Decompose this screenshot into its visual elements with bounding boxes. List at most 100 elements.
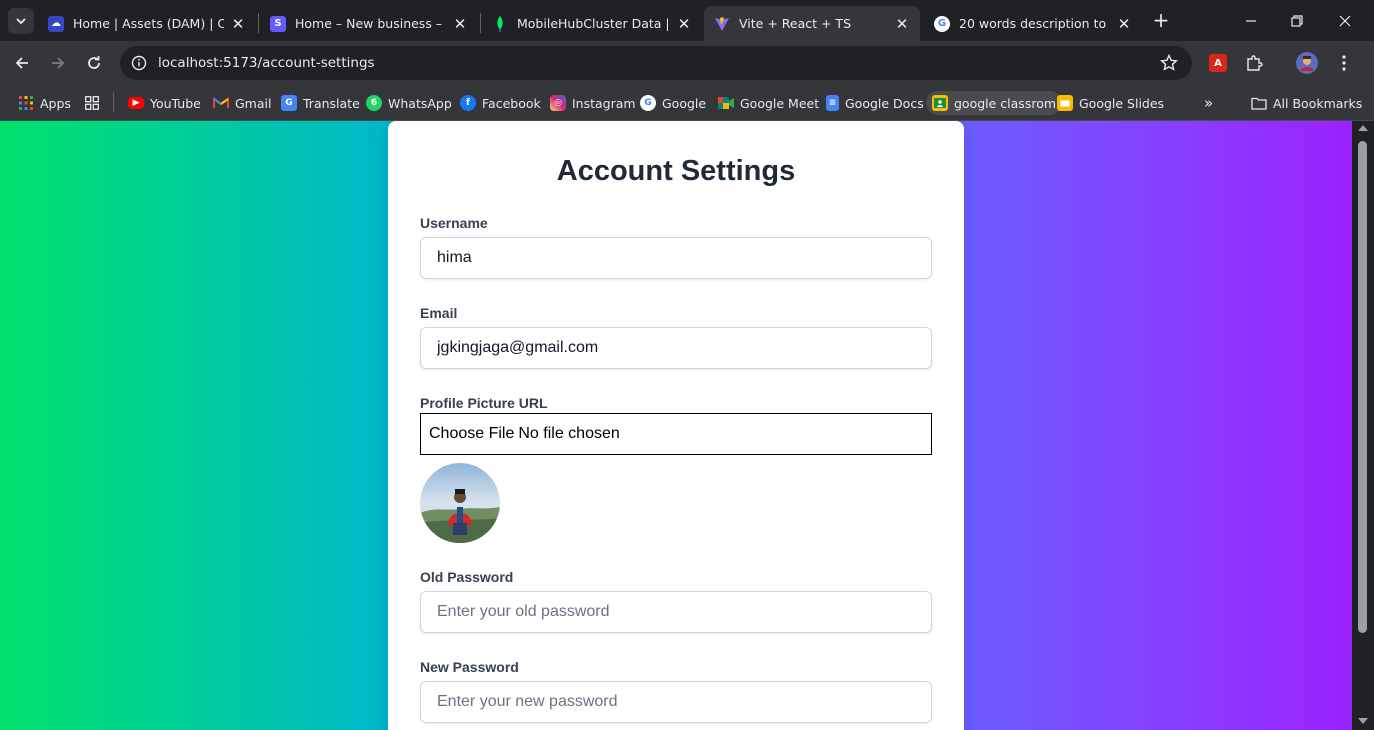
tab-google-search[interactable]: G 20 words description to ipad ✕ [924, 6, 1142, 41]
chevron-down-icon [16, 18, 26, 25]
google-icon: G [640, 95, 656, 111]
bookmark-apps[interactable]: Apps [12, 91, 77, 115]
close-icon[interactable]: ✕ [1116, 16, 1132, 32]
bookmark-translate[interactable]: G Translate [275, 91, 366, 115]
bookmarks-divider [113, 92, 114, 112]
page-scrollbar[interactable] [1352, 121, 1374, 730]
tab-stripe[interactable]: S Home – New business – Stripe ✕ [260, 6, 478, 41]
puzzle-icon [1247, 55, 1263, 71]
new-password-input[interactable] [420, 681, 932, 723]
profile-picture-label: Profile Picture URL [420, 395, 548, 411]
reload-button[interactable] [80, 49, 108, 77]
address-bar[interactable]: localhost:5173/account-settings [120, 46, 1192, 80]
arrow-left-icon [15, 57, 28, 69]
all-bookmarks-button[interactable]: All Bookmarks [1245, 91, 1368, 115]
username-label: Username [420, 215, 488, 231]
username-input[interactable] [420, 237, 932, 279]
restore-icon [1291, 14, 1303, 27]
bookmark-label: google classrom [954, 95, 1057, 111]
old-password-label: Old Password [420, 569, 514, 585]
bookmark-google[interactable]: G Google [634, 91, 712, 115]
folder-icon [1251, 95, 1267, 111]
tab-strip: ☁ Home | Assets (DAM) | Cloudinary ✕ S H… [0, 0, 1374, 41]
whatsapp-icon: 6 [366, 95, 382, 111]
vite-icon [714, 16, 730, 32]
tab-title: Home | Assets (DAM) | Cloudinary [73, 16, 224, 31]
cloudinary-icon: ☁ [48, 15, 64, 32]
profile-avatar[interactable] [1296, 52, 1318, 74]
youtube-icon: ▶ [128, 97, 144, 109]
bookmark-facebook[interactable]: f Facebook [454, 91, 547, 115]
bookmark-whatsapp[interactable]: 6 WhatsApp [360, 91, 458, 115]
bookmark-label: Translate [303, 95, 360, 111]
google-classroom-icon [932, 95, 948, 111]
acrobat-icon: A [1209, 54, 1227, 72]
bookmark-label: Google [662, 95, 707, 111]
account-settings-card: Account Settings Username Email Profile … [388, 121, 964, 730]
file-status-text: No file chosen [518, 425, 620, 442]
info-icon [131, 55, 147, 71]
bookmark-label: YouTube [150, 95, 201, 111]
bookmark-google-docs[interactable]: ≡ Google Docs [820, 91, 930, 115]
instagram-icon: ◎ [550, 95, 566, 111]
browser-toolbar: localhost:5173/account-settings A [0, 41, 1374, 85]
bookmarks-overflow-button[interactable]: » [1198, 91, 1219, 115]
bookmark-star-icon[interactable] [1160, 54, 1178, 72]
close-icon[interactable]: ✕ [230, 16, 246, 32]
stripe-icon: S [270, 15, 286, 32]
bookmark-instagram[interactable]: ◎ Instagram [544, 91, 642, 115]
reload-icon [88, 56, 100, 69]
close-icon [1339, 15, 1351, 26]
bookmark-label: Gmail [235, 95, 272, 111]
restore-button[interactable] [1274, 0, 1320, 41]
old-password-input[interactable] [420, 591, 932, 633]
tab-title: 20 words description to ipad [959, 16, 1110, 31]
bookmark-google-slides[interactable]: Google Slides [1051, 91, 1170, 115]
page-title: Account Settings [556, 155, 796, 187]
bookmark-tab-groups[interactable] [78, 91, 106, 115]
site-info-button[interactable] [122, 46, 156, 80]
bookmark-gmail[interactable]: Gmail [207, 91, 277, 115]
close-window-button[interactable] [1322, 0, 1368, 41]
bookmark-youtube[interactable]: ▶ YouTube [122, 91, 207, 115]
translate-icon: G [281, 95, 297, 111]
profile-picture-preview [420, 463, 500, 543]
new-tab-button[interactable]: + [1150, 9, 1172, 31]
tab-mongodb[interactable]: MobileHubCluster Data | Cloud: MongoDB ✕ [482, 6, 702, 41]
scrollbar-thumb[interactable] [1358, 141, 1367, 633]
tab-search-button[interactable] [8, 8, 34, 34]
choose-file-button[interactable]: Choose File [429, 425, 514, 443]
scroll-down-arrow-icon[interactable] [1358, 718, 1368, 724]
close-icon[interactable]: ✕ [452, 16, 468, 32]
close-icon[interactable]: ✕ [894, 16, 910, 32]
address-url[interactable]: localhost:5173/account-settings [158, 55, 375, 71]
bookmark-label: Google Slides [1079, 95, 1165, 111]
forward-button[interactable] [44, 49, 72, 77]
minimize-button[interactable] [1228, 0, 1274, 41]
bookmark-label: Facebook [482, 95, 541, 111]
avatar-icon [1296, 52, 1318, 74]
close-icon[interactable]: ✕ [676, 16, 692, 32]
pdf-extension-button[interactable]: A [1207, 52, 1229, 74]
google-slides-icon [1057, 95, 1073, 111]
url-host: localhost [158, 55, 219, 71]
browser-menu-button[interactable] [1333, 52, 1355, 74]
tab-cloudinary[interactable]: ☁ Home | Assets (DAM) | Cloudinary ✕ [38, 6, 256, 41]
bookmark-google-meet[interactable]: Google Meet [712, 91, 825, 115]
tab-divider [258, 13, 259, 33]
bookmark-label: Google Meet [740, 95, 820, 111]
apps-grid-icon [18, 95, 34, 111]
bookmark-label: WhatsApp [388, 95, 452, 111]
profile-picture-file-input[interactable]: Choose File No file chosen [420, 413, 932, 455]
tab-groups-icon [84, 95, 100, 111]
tab-title: MobileHubCluster Data | Cloud: MongoDB [517, 16, 670, 31]
tab-vite-active[interactable]: Vite + React + TS ✕ [704, 6, 920, 41]
bookmark-label: Instagram [572, 95, 636, 111]
bookmark-google-classroom[interactable]: google classrom [926, 91, 1063, 115]
email-input[interactable] [420, 327, 932, 369]
scroll-up-arrow-icon[interactable] [1358, 125, 1368, 131]
minimize-icon [1246, 19, 1256, 22]
extensions-button[interactable] [1243, 52, 1265, 74]
google-meet-icon [718, 95, 734, 111]
back-button[interactable] [8, 49, 36, 77]
